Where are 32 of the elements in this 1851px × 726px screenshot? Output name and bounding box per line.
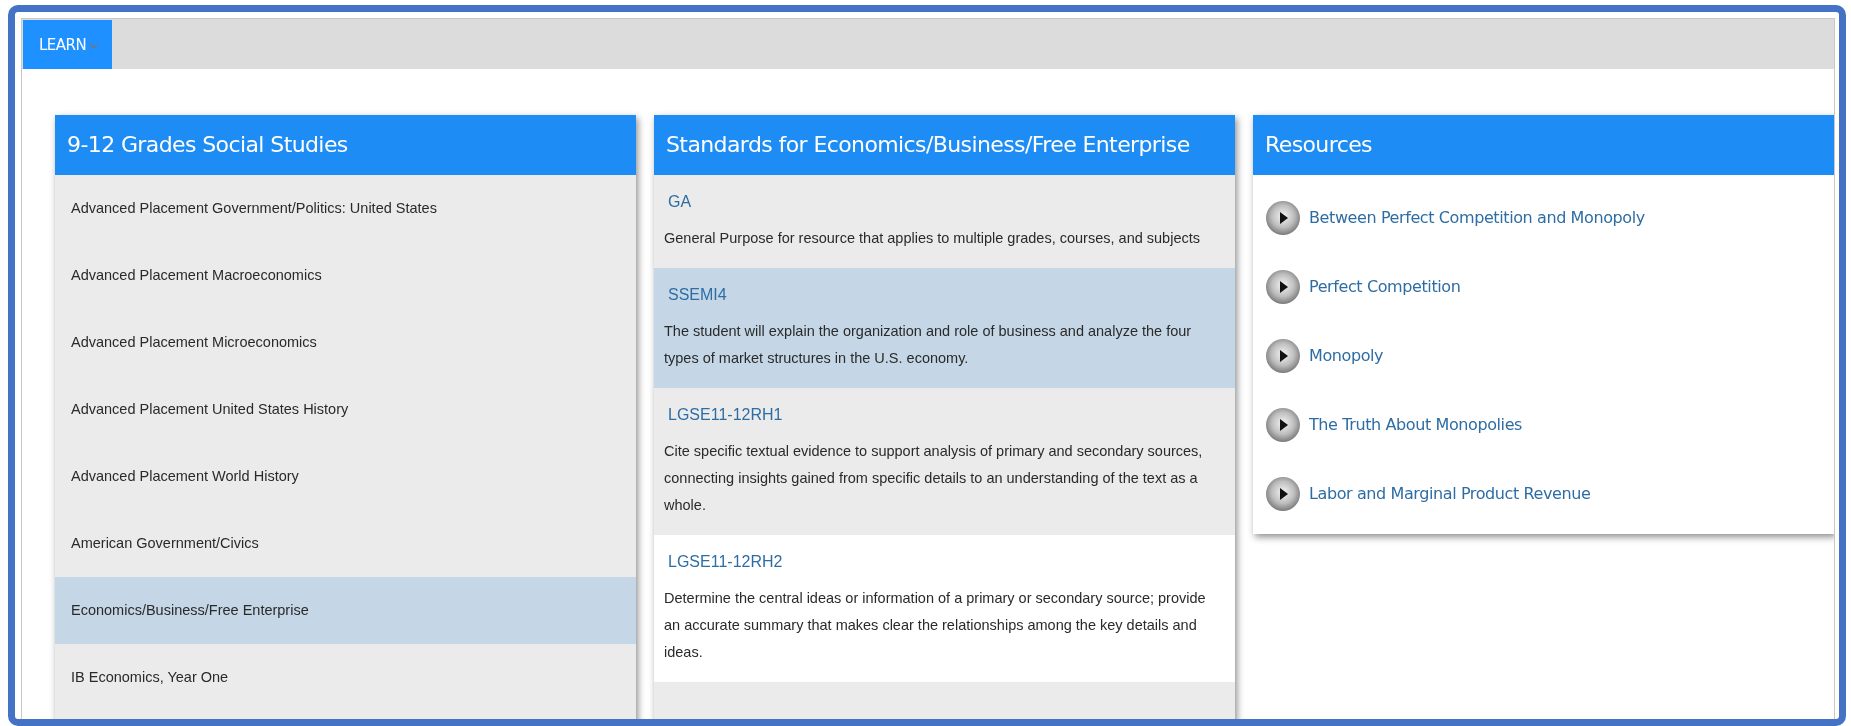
play-icon[interactable] bbox=[1265, 475, 1301, 512]
play-icon[interactable] bbox=[1265, 337, 1301, 374]
standard-code: GA bbox=[667, 193, 693, 211]
standard-code: LGSE11-12RH1 bbox=[667, 406, 784, 424]
standard-description: General Purpose for resource that applies to multiple grades, courses, and subjects bbox=[664, 229, 1201, 248]
play-icon[interactable] bbox=[1265, 406, 1301, 443]
panel-header: Resources bbox=[1253, 115, 1834, 175]
standard-description: Cite specific textual evidence to support analysis of primary and secondary sources, connecting insights gained from specific details to an understanding of the text as a whole. bbox=[664, 442, 1204, 515]
panel-header: Standards for Economics/Business/Free Enterprise bbox=[654, 115, 1235, 175]
resource-link[interactable]: Perfect Competition bbox=[1309, 277, 1461, 296]
standard-item[interactable]: LGSE11-12RH2 Determine the central ideas or information of a primary or secondary source; provide an accurate summary that makes clear the relationships among the key details and ideas. bbox=[654, 535, 1235, 682]
standard-description: The student will explain the organization and role of business and analyze the four types of market structures in the U.S. economy. bbox=[664, 322, 1193, 368]
course-item[interactable]: IB Economics, Year One bbox=[55, 644, 636, 711]
resource-link[interactable]: Labor and Marginal Product Revenue bbox=[1309, 484, 1591, 503]
resource-link[interactable]: Monopoly bbox=[1309, 346, 1384, 365]
course-item[interactable]: Advanced Placement Macroeconomics bbox=[55, 242, 636, 309]
course-item[interactable]: American Government/Civics bbox=[55, 510, 636, 577]
standard-item[interactable]: SSEMI4 The student will explain the organization and role of business and analyze the four types of market structures in the U.S. economy. bbox=[654, 268, 1235, 388]
course-item[interactable]: Economics/Business/Free Enterprise bbox=[55, 577, 636, 644]
resource-link[interactable]: Between Perfect Competition and Monopoly bbox=[1309, 208, 1645, 227]
course-item[interactable]: Advanced Placement World History bbox=[55, 443, 636, 510]
course-item[interactable]: Advanced Placement Government/Politics: United States bbox=[55, 175, 636, 242]
play-icon[interactable] bbox=[1265, 268, 1301, 305]
resource-link[interactable]: The Truth About Monopolies bbox=[1309, 415, 1522, 434]
course-item[interactable]: Advanced Placement Microeconomics bbox=[55, 309, 636, 376]
standard-description: Determine the central ideas or information of a primary or secondary source; provide an accurate summary that makes clear the relationships among the key details and ideas. bbox=[664, 589, 1207, 662]
caret-icon bbox=[89, 43, 99, 49]
course-item[interactable]: Advanced Placement United States History bbox=[55, 376, 636, 443]
play-icon[interactable] bbox=[1265, 199, 1301, 236]
standard-code: SSEMI4 bbox=[667, 286, 728, 304]
standard-code: LGSE11-12RH2 bbox=[667, 553, 784, 571]
panel-header: 9-12 Grades Social Studies bbox=[55, 115, 636, 175]
